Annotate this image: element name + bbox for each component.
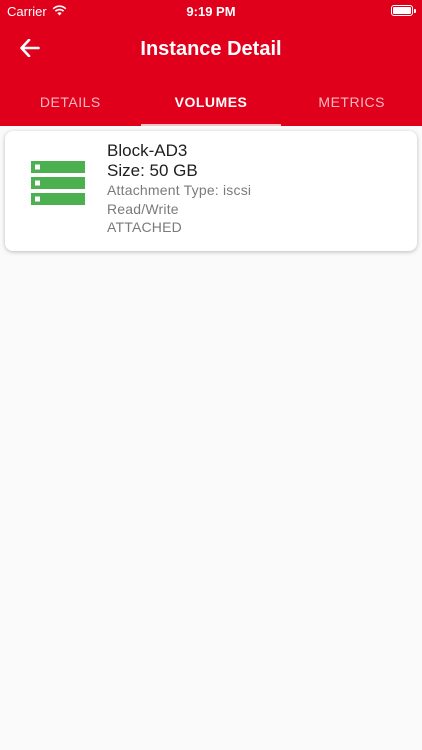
- tab-metrics[interactable]: METRICS: [281, 78, 422, 126]
- volume-state: ATTACHED: [107, 219, 182, 235]
- app-bar: Instance Detail: [0, 22, 422, 78]
- header: Carrier 9:19 PM Instance Detail DETAILS …: [0, 0, 422, 126]
- volume-size: Size: 50 GB: [107, 161, 198, 180]
- storage-icon: [31, 161, 85, 210]
- volume-card[interactable]: Block-AD3 Size: 50 GB Attachment Type: i…: [5, 131, 417, 251]
- status-bar: Carrier 9:19 PM: [0, 0, 422, 22]
- screen: Carrier 9:19 PM Instance Detail DETAILS …: [0, 0, 422, 750]
- volume-info: Block-AD3 Size: 50 GB Attachment Type: i…: [107, 141, 251, 237]
- battery-icon: [391, 5, 416, 16]
- status-time: 9:19 PM: [186, 4, 236, 19]
- status-right: [391, 5, 416, 16]
- volume-attachment-type: Attachment Type: iscsi: [107, 182, 252, 198]
- tab-bar: DETAILS VOLUMES METRICS: [0, 78, 422, 126]
- tab-volumes[interactable]: VOLUMES: [140, 78, 282, 126]
- volume-access: Read/Write: [107, 200, 179, 217]
- tab-details[interactable]: DETAILS: [0, 78, 141, 126]
- battery-level: [393, 7, 411, 14]
- page-title: Instance Detail: [140, 38, 282, 60]
- volume-name: Block-AD3: [107, 141, 188, 160]
